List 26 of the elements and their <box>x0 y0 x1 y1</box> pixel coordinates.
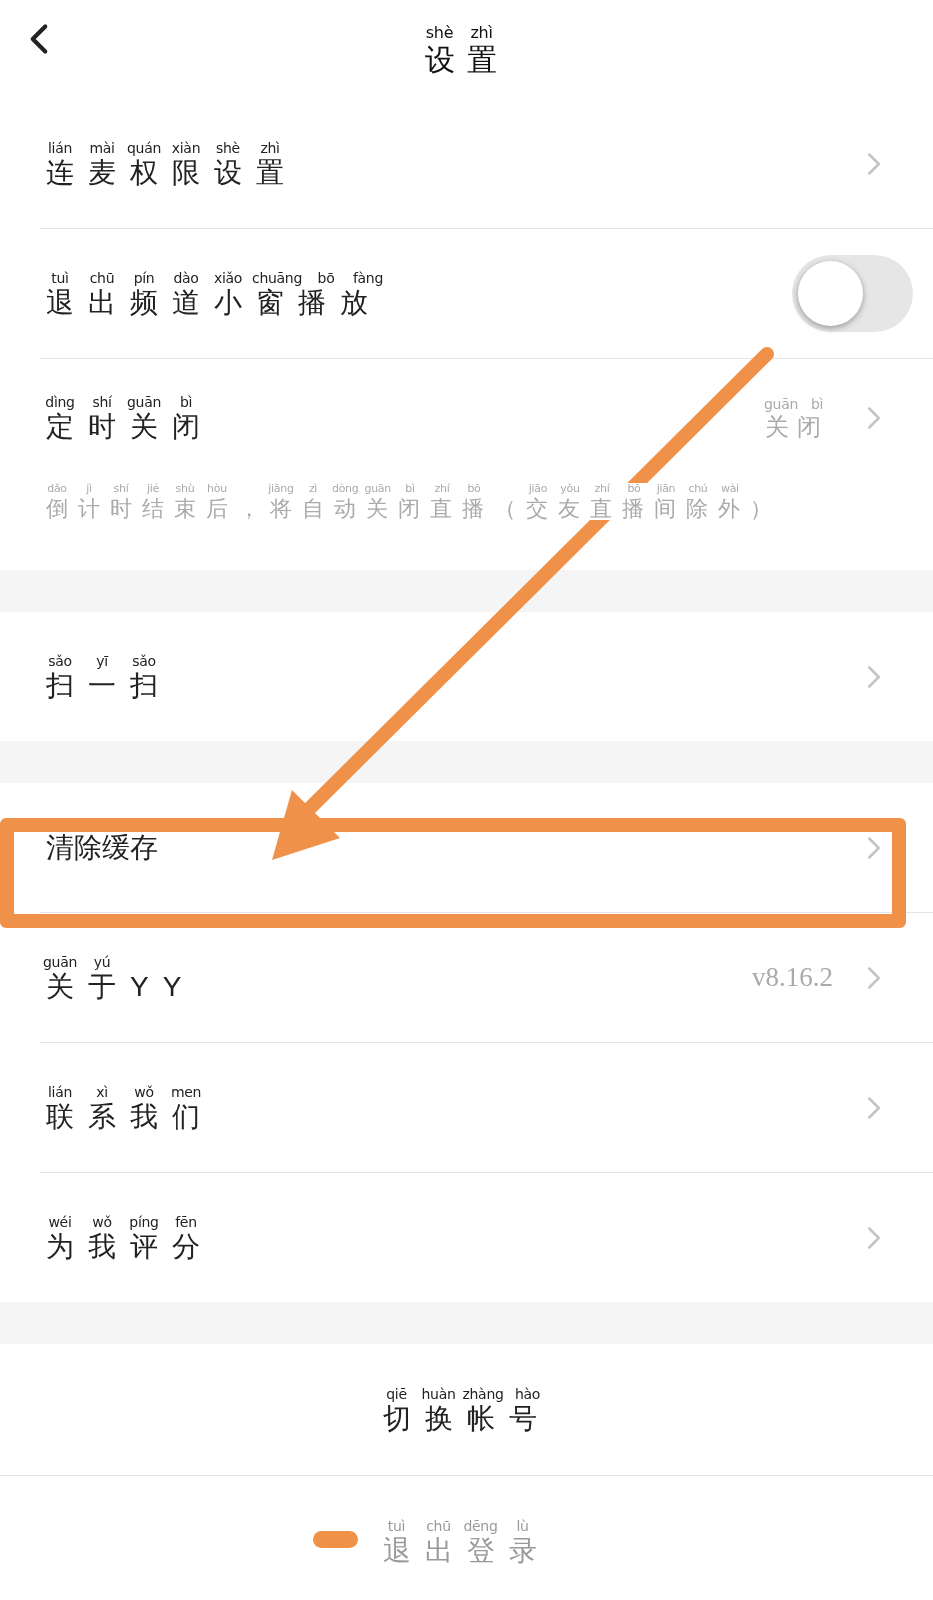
pinyin-line: dìng shí guān bì <box>44 395 194 409</box>
pinyin-line: tuì chū pín dào xiǎo chuāng bō fàng <box>50 270 384 285</box>
setting-label: 退出频道小窗播放 <box>46 288 382 317</box>
setting-value: v8.16.2 <box>752 964 833 991</box>
setting-label: 扫一扫 <box>46 671 172 700</box>
setting-label: 联系我们 <box>46 1102 214 1131</box>
pinyin-line: shè zhì <box>424 24 494 41</box>
setting-label: 清除缓存 <box>46 833 158 862</box>
page-title: 设置 <box>424 44 509 75</box>
pinyin-line: sǎo yī sǎo <box>47 653 157 668</box>
setting-value: 关闭 <box>765 415 829 439</box>
pinyin-line: guān bì <box>763 397 825 411</box>
pinyin-line: tuì chū dēng lù <box>386 1518 530 1533</box>
pinyin-line: lián xì wǒ men <box>46 1084 203 1099</box>
setting-label: 定时关闭 <box>46 413 214 441</box>
action-label: 退出登录 <box>382 1536 551 1565</box>
pinyin-line: guān yú <box>42 954 112 969</box>
setting-description: 倒计时结束后，将自动关闭直播（交友直播间除外） <box>46 498 782 520</box>
pinyin-line: lián mài quán xiàn shè zhì <box>46 140 281 155</box>
setting-label: 关于YY <box>46 972 196 1001</box>
action-label: 切换帐号 <box>382 1404 551 1433</box>
setting-label: 为我评分 <box>46 1232 214 1261</box>
pinyin-line: dǎo jì shí jié shù hòu jiāng zì dòng guān bì zhí bō jiāo yǒu zhí bō jiān chú wài <box>46 483 740 494</box>
setting-label: 连麦权限设置 <box>46 158 298 187</box>
pinyin-line: qiē huàn zhàng hào <box>385 1386 542 1401</box>
pinyin-line: wéi wǒ píng fēn <box>47 1214 198 1229</box>
